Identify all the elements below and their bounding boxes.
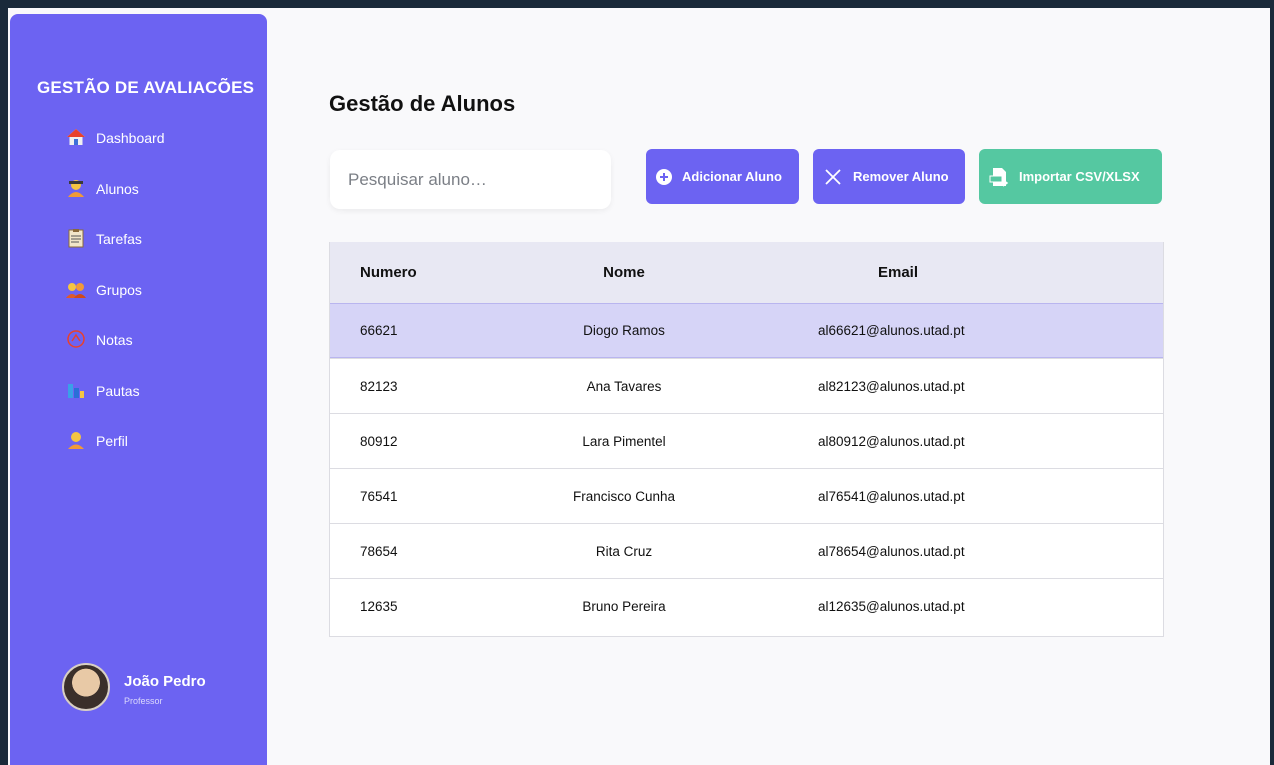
- import-csv-button[interactable]: Importar CSV/XLSX: [979, 149, 1162, 204]
- sidebar-item-perfil[interactable]: Perfil: [66, 431, 165, 482]
- cell-email: al82123@alunos.utad.pt: [818, 378, 965, 394]
- cell-numero: 78654: [360, 543, 398, 559]
- bar-chart-icon: [66, 380, 86, 400]
- table-row[interactable]: 80912 Lara Pimentel al80912@alunos.utad.…: [330, 413, 1163, 468]
- group-icon: [66, 279, 86, 299]
- cell-nome: Bruno Pereira: [582, 598, 666, 614]
- app-window: GESTÃO DE AVALIACÕES Dashboard Alunos Ta…: [8, 8, 1270, 765]
- cell-numero: 12635: [360, 598, 398, 614]
- sidebar-item-grupos[interactable]: Grupos: [66, 280, 165, 331]
- sidebar-item-label: Notas: [96, 332, 133, 348]
- clipboard-icon: [66, 228, 86, 248]
- cell-email: al66621@alunos.utad.pt: [818, 323, 965, 338]
- sidebar-item-dashboard[interactable]: Dashboard: [66, 128, 165, 179]
- csv-file-icon: [989, 167, 1009, 187]
- cell-email: al80912@alunos.utad.pt: [818, 433, 965, 449]
- cell-nome: Francisco Cunha: [572, 488, 676, 504]
- column-header-email[interactable]: Email: [718, 264, 1018, 281]
- sidebar-item-alunos[interactable]: Alunos: [66, 179, 165, 230]
- sidebar-item-notas[interactable]: Notas: [66, 330, 165, 381]
- sidebar-item-label: Tarefas: [96, 231, 142, 247]
- cell-numero: 66621: [360, 323, 398, 338]
- cell-nome: Diogo Ramos: [583, 323, 665, 338]
- remove-student-button[interactable]: Remover Aluno: [813, 149, 965, 204]
- grade-icon: [66, 329, 86, 349]
- cell-nome: Ana Tavares: [586, 378, 662, 394]
- profile-name: João Pedro: [124, 673, 206, 690]
- table-row[interactable]: 66621 Diogo Ramos al66621@alunos.utad.pt: [330, 303, 1163, 358]
- sidebar-item-label: Dashboard: [96, 130, 165, 146]
- sidebar-item-label: Alunos: [96, 180, 139, 197]
- cell-email: al12635@alunos.utad.pt: [818, 598, 965, 614]
- table-row[interactable]: 76541 Francisco Cunha al76541@alunos.uta…: [330, 468, 1163, 523]
- page-title: Gestão de Alunos: [329, 91, 516, 116]
- house-icon: [66, 127, 86, 147]
- sidebar-item-pautas[interactable]: Pautas: [66, 381, 165, 432]
- sidebar-item-label: Perfil: [96, 433, 128, 449]
- column-header-numero[interactable]: Numero: [330, 264, 530, 281]
- table-header: Numero Nome Email: [330, 242, 1163, 303]
- cell-email: al78654@alunos.utad.pt: [818, 543, 965, 559]
- close-icon: [823, 167, 843, 187]
- app-brand: GESTÃO DE AVALIACÕES: [37, 78, 255, 97]
- column-header-nome[interactable]: Nome: [530, 264, 718, 281]
- sidebar-item-label: Pautas: [96, 382, 140, 399]
- student-icon: [66, 178, 86, 198]
- sidebar-item-label: Grupos: [96, 281, 142, 298]
- plus-circle-icon: [654, 167, 674, 187]
- cell-nome: Lara Pimentel: [582, 433, 666, 449]
- sidebar: GESTÃO DE AVALIACÕES Dashboard Alunos Ta…: [10, 14, 267, 765]
- search-input[interactable]: [330, 150, 611, 209]
- cell-numero: 82123: [360, 378, 398, 394]
- sidebar-nav: Dashboard Alunos Tarefas Grupos Notas Pa…: [66, 128, 165, 482]
- cell-nome: Rita Cruz: [595, 543, 653, 559]
- table-row[interactable]: 12635 Bruno Pereira al12635@alunos.utad.…: [330, 578, 1163, 633]
- import-csv-label: Importar CSV/XLSX: [1019, 169, 1140, 184]
- cell-numero: 76541: [360, 488, 398, 504]
- students-table: Numero Nome Email 66621 Diogo Ramos al66…: [329, 242, 1164, 637]
- table-row[interactable]: 82123 Ana Tavares al82123@alunos.utad.pt: [330, 358, 1163, 413]
- add-student-label: Adicionar Aluno: [682, 169, 782, 184]
- sidebar-item-tarefas[interactable]: Tarefas: [66, 229, 165, 280]
- table-row[interactable]: 78654 Rita Cruz al78654@alunos.utad.pt: [330, 523, 1163, 578]
- user-profile[interactable]: João Pedro Professor: [62, 663, 206, 711]
- remove-student-label: Remover Aluno: [853, 169, 949, 184]
- profile-role: Professor: [124, 696, 163, 706]
- cell-email: al76541@alunos.utad.pt: [818, 488, 965, 504]
- person-icon: [66, 430, 86, 450]
- avatar: [62, 663, 110, 711]
- cell-numero: 80912: [360, 433, 398, 449]
- add-student-button[interactable]: Adicionar Aluno: [646, 149, 799, 204]
